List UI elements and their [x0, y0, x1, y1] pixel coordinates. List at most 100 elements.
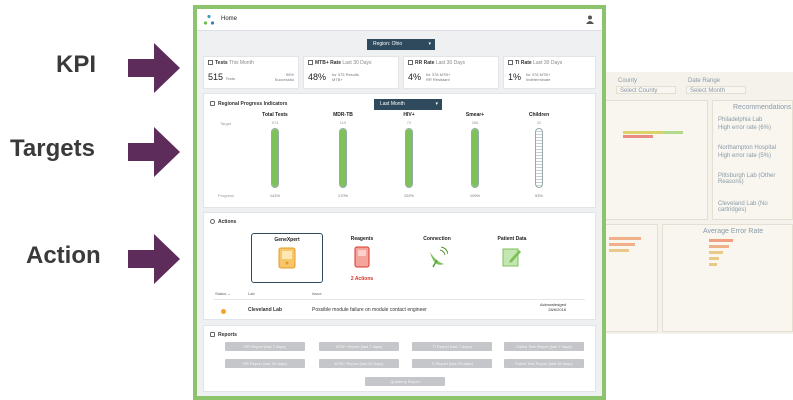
kpi-detail: MTB+: [332, 77, 343, 82]
report-button[interactable]: RR Report (last 7 days): [225, 342, 305, 351]
bg-month-select: Select Month: [686, 86, 746, 94]
row-lab: Cleveland Lab: [248, 307, 282, 313]
kpi-value: 4%: [408, 72, 422, 82]
target-value: 119: [339, 120, 347, 125]
progress-fill: [472, 129, 478, 187]
kpi-card-ti-rate: TI Rate Last 30 Days 1% for 378 MTB+ Inde…: [503, 56, 596, 89]
action-name: Connection: [423, 236, 451, 242]
info-icon: [210, 219, 215, 224]
report-button[interactable]: Failed Test Report (last 30 days): [504, 359, 584, 368]
report-button[interactable]: RR Report (last 30 days): [225, 359, 305, 368]
bg-chart-panel: [600, 100, 708, 220]
report-button[interactable]: Failed Test Report (last 7 days): [504, 342, 584, 351]
kpi-icon: [408, 60, 413, 65]
progress-tube: [471, 128, 479, 188]
bg-date-range-label: Date Range: [688, 78, 721, 84]
bg-county-label: County: [618, 78, 638, 84]
kpi-period: Last 30 Days: [342, 60, 372, 66]
reports-title: Reports: [210, 332, 237, 338]
progress-fill: [340, 129, 346, 187]
progress-tube: [535, 128, 543, 188]
reports-section: Reports RR Report (last 7 days) MTB+ Rep…: [203, 325, 596, 392]
kpi-card-tests: Tests This Month 515 Tests 96% Successful: [203, 56, 299, 89]
kpi-period: This Month: [229, 60, 254, 66]
action-patient-data[interactable]: Patient Data: [476, 233, 548, 283]
kpi-icon: [208, 60, 213, 65]
action-name: Reagents: [350, 236, 374, 242]
user-icon[interactable]: [586, 15, 594, 24]
kpi-period: Last 30 Days: [435, 60, 466, 66]
target-name: Total Tests: [262, 112, 288, 118]
kpi-icon: [308, 60, 313, 65]
arrow-right-icon: [128, 43, 180, 93]
bg-left-panel: [600, 224, 658, 332]
annotated-screenshot: KPI Targets Action County Date Range Sel…: [0, 0, 793, 400]
document-icon: [210, 332, 215, 337]
progress-fill: [272, 129, 278, 187]
target-value: 72: [406, 120, 412, 125]
target-name: Smear+: [465, 112, 485, 118]
kpi-card-rr-rate: RR Rate Last 30 Days 4% for 378 MTB+ RR R…: [403, 56, 499, 89]
genexpert-device-icon: [278, 247, 296, 269]
kpi-title: Tests: [215, 60, 228, 66]
annotation-action: Action: [0, 234, 185, 284]
target-name: HIV+: [403, 112, 415, 118]
lab-column-header: Lab: [248, 291, 255, 296]
region-select[interactable]: Region: Ohio ▾: [367, 39, 435, 50]
report-button[interactable]: TI Report (last 30 days): [412, 359, 492, 368]
action-name: Patient Data: [497, 236, 527, 242]
progress-tube: [405, 128, 413, 188]
annotation-targets: Targets: [0, 127, 185, 177]
target-value: 266: [471, 120, 479, 125]
kpi-icon: [508, 60, 513, 65]
action-genexpert[interactable]: GeneXpert: [251, 233, 323, 283]
action-reagents[interactable]: Reagents 2 Actions: [326, 233, 398, 283]
report-button[interactable]: MTB+ Report (last 7 days): [319, 342, 399, 351]
row-ack: Acknowledged 28/6/2018: [540, 302, 567, 312]
period-select[interactable]: Last Month ▾: [374, 99, 442, 110]
progress-row-label: Progress: [218, 193, 235, 198]
kpi-period: Last 30 Days: [533, 60, 563, 66]
app-logo-icon: [203, 14, 215, 25]
kpi-title: MTB+ Rate: [315, 60, 341, 66]
region-select-label: Region: Ohio: [373, 41, 403, 47]
actions-title: Actions: [210, 219, 236, 225]
issue-column-header: Issue: [312, 291, 322, 296]
kpi-unit: Tests: [225, 76, 235, 81]
kpi-value: 1%: [508, 72, 522, 82]
report-button[interactable]: TI Report (last 7 days): [412, 342, 492, 351]
edit-document-icon: [502, 248, 521, 267]
chart-icon: [210, 101, 215, 106]
kpi-detail: Indeterminate: [526, 77, 551, 82]
chevron-down-icon: ▾: [435, 101, 438, 107]
status-dot-icon: [221, 309, 226, 314]
annotation-kpi-label: KPI: [56, 51, 97, 78]
action-connection[interactable]: Connection: [401, 233, 473, 283]
report-button[interactable]: MTB+ Report (last 30 days): [319, 359, 399, 368]
target-value: 574: [271, 120, 279, 125]
actions-section: Actions GeneXpert Reagents 2 Actions Con…: [203, 212, 596, 320]
kpi-title: TI Rate: [515, 60, 532, 66]
reagent-cartridge-icon: [354, 246, 370, 268]
progress-value: 109%: [469, 193, 481, 198]
target-name: MDR-TB: [333, 112, 353, 118]
progress-value: 141%: [269, 193, 281, 198]
progress-value: 102%: [403, 193, 415, 198]
targets-section: Regional Progress Indicators Last Month …: [203, 93, 596, 208]
nav-home[interactable]: Home: [221, 16, 237, 22]
target-column: Smear+ 266 109%: [460, 112, 490, 198]
kpi-card-mtb-rate: MTB+ Rate Last 30 Days 48% for 375 Resul…: [303, 56, 399, 89]
quarterly-report-button[interactable]: Quarterly Report: [365, 377, 445, 386]
progress-tube: [339, 128, 347, 188]
table-divider: [214, 299, 585, 300]
target-column: HIV+ 72 102%: [394, 112, 424, 198]
target-column: Children 32 53%: [524, 112, 554, 198]
target-column: MDR-TB 119 170%: [328, 112, 358, 198]
targets-title: Regional Progress Indicators: [210, 101, 287, 107]
progress-value: 170%: [337, 193, 349, 198]
chevron-down-icon: ⌄: [227, 291, 231, 296]
bg-recommendations-panel: Recommendations Philadelphia Lab High er…: [712, 100, 793, 220]
status-column-header[interactable]: Status ⌄: [215, 291, 231, 296]
arrow-right-icon: [128, 127, 180, 177]
progress-value: 53%: [534, 193, 543, 198]
